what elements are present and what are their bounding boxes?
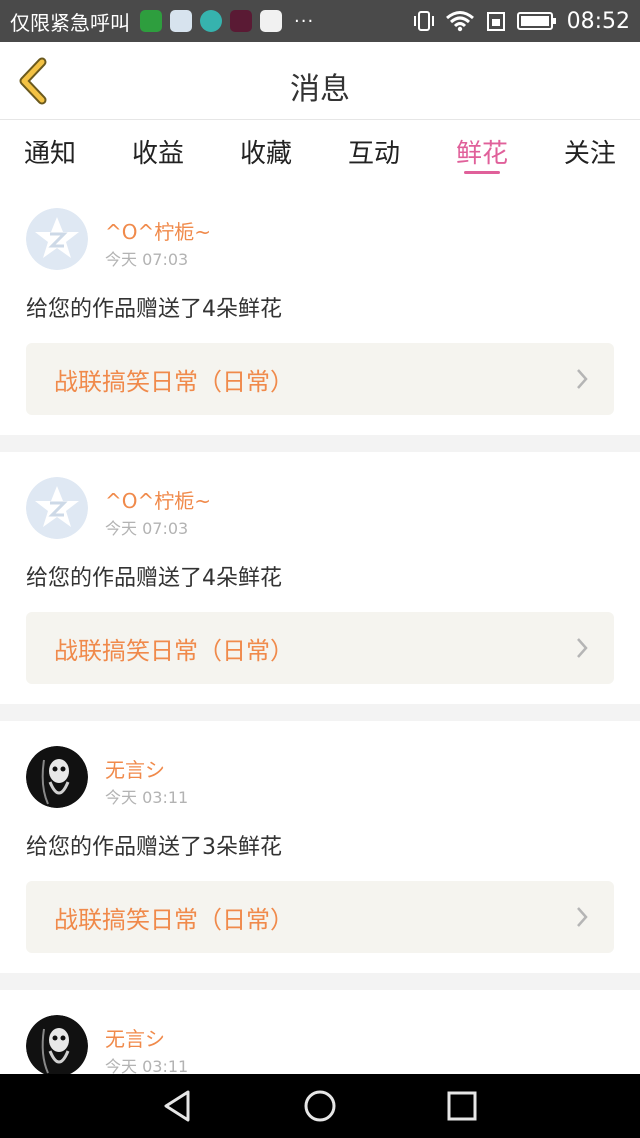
tab-label: 互动 [347,139,400,169]
chevron-right-icon [577,369,588,389]
skull-avatar[interactable] [26,746,88,808]
app-header: 消息 [0,42,640,120]
game-app-icon [230,10,252,32]
tab-label: 通知 [24,139,77,169]
tab-favorites[interactable]: 收藏 [240,121,292,183]
clock: 08:52 [566,8,630,34]
message-time: 今天 03:11 [105,788,189,807]
gift-message: 给您的作品赠送了3朵鲜花 [26,835,282,860]
work-title: 战联搞笑日常（日常） [54,367,294,396]
carrier-text: 仅限紧急呼叫 [10,10,130,35]
work-link[interactable]: 战联搞笑日常（日常） [26,881,614,953]
sender-name[interactable]: 无言シ [105,1023,165,1052]
work-link[interactable]: 战联搞笑日常（日常） [26,343,614,415]
security-app-icon [140,10,162,32]
sender-name[interactable]: ^O^柠栀~ [105,216,211,245]
sender-name[interactable]: ^O^柠栀~ [105,485,211,514]
wifi-icon [445,11,474,32]
system-nav-bar [0,1074,640,1138]
sim-icon [486,12,505,31]
tab-flowers[interactable]: 鲜花 [456,121,508,183]
message-card: 无言シ 今天 03:11 给您的作品赠送了3朵鲜花 战联搞笑日常（日常） [0,704,640,973]
tab-notifications[interactable]: 通知 [24,121,76,183]
tab-label: 收益 [131,139,184,169]
cloud-app-icon [170,10,192,32]
gift-message: 给您的作品赠送了4朵鲜花 [26,566,282,591]
notification-icons: ··· [140,10,314,32]
baidu-app-icon [260,10,282,32]
qq-default-avatar[interactable] [26,477,88,539]
page-title: 消息 [290,72,350,107]
tab-earnings[interactable]: 收益 [132,121,184,183]
tab-bar: 通知 收益 收藏 互动 鲜花 关注 [0,121,640,183]
message-card: ^O^柠栀~ 今天 07:03 给您的作品赠送了4朵鲜花 战联搞笑日常（日常） [0,183,640,435]
work-title: 战联搞笑日常（日常） [54,636,294,665]
chevron-right-icon [577,907,588,927]
active-tab-indicator [463,171,500,174]
status-bar: 仅限紧急呼叫 ··· 08:52 [0,0,640,42]
vibrate-icon [413,11,434,31]
gift-message: 给您的作品赠送了4朵鲜花 [26,297,282,322]
chevron-right-icon [577,638,588,658]
work-link[interactable]: 战联搞笑日常（日常） [26,612,614,684]
nav-back-icon[interactable] [160,1088,196,1124]
tab-follow[interactable]: 关注 [564,121,616,183]
moon-app-icon [200,10,222,32]
message-time: 今天 07:03 [105,250,189,269]
tab-interaction[interactable]: 互动 [348,121,400,183]
message-time: 今天 07:03 [105,519,189,538]
sender-name[interactable]: 无言シ [105,754,165,783]
more-notifications-icon: ··· [294,10,315,32]
tab-label: 鲜花 [455,139,508,169]
qq-default-avatar[interactable] [26,208,88,270]
tab-label: 收藏 [239,139,292,169]
battery-icon [516,12,556,30]
tab-label: 关注 [563,139,616,169]
flower-message-list: ^O^柠栀~ 今天 07:03 给您的作品赠送了4朵鲜花 战联搞笑日常（日常） … [0,183,640,1094]
nav-recents-icon[interactable] [444,1088,480,1124]
work-title: 战联搞笑日常（日常） [54,905,294,934]
nav-home-icon[interactable] [302,1088,338,1124]
message-card: ^O^柠栀~ 今天 07:03 给您的作品赠送了4朵鲜花 战联搞笑日常（日常） [0,435,640,704]
skull-avatar[interactable] [26,1015,88,1077]
